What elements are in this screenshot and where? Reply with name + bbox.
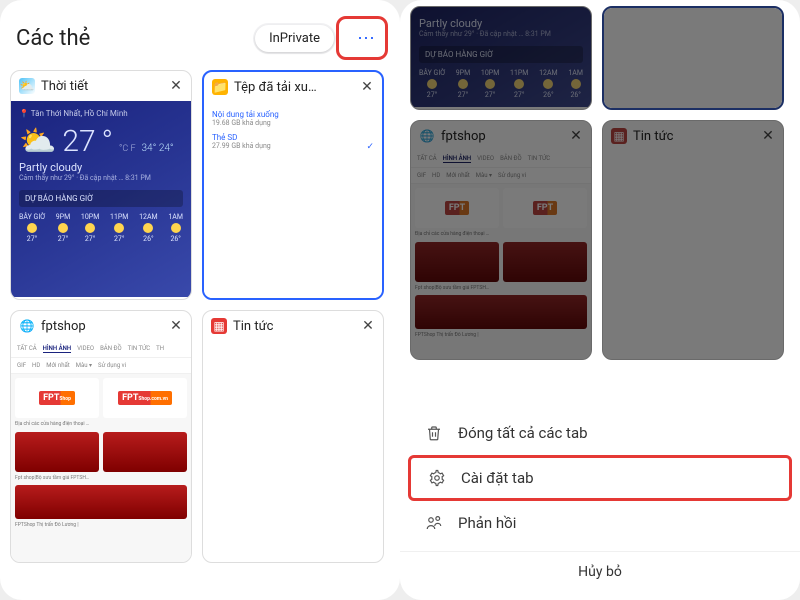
more-options-button[interactable]: ⋯: [349, 21, 383, 55]
news-icon: ▦: [211, 318, 227, 334]
mode-toggle[interactable]: InPrivate: [253, 23, 336, 54]
cancel-button[interactable]: Hủy bỏ: [400, 551, 800, 592]
sun-icon: [114, 223, 124, 233]
tab-switcher-with-menu: Partly cloudy Cảm thấy như 29° · Đã cập …: [400, 0, 800, 600]
tab-card-news[interactable]: ▦ Tin tức ✕: [202, 310, 384, 563]
downloads-preview: Nội dung tải xuống 19.68 GB khả dụng Thẻ…: [204, 102, 382, 298]
result-caption: Fpt shop|Bộ sưu tầm giá FPTSH…: [15, 476, 187, 482]
tab-card-weather[interactable]: ⛅ Thời tiết ✕ 📍 Tân Thới Nhất, Hồ Chí Mi…: [10, 70, 192, 300]
search-tabs: TẤT CẢ HÌNH ẢNH VIDEO BẢN ĐỒ TIN TỨC TH: [11, 341, 191, 358]
result-thumb: [103, 432, 187, 472]
tab-card-header: ⛅ Thời tiết ✕: [11, 71, 191, 101]
tab-title: Tin tức: [233, 319, 353, 334]
inprivate-pill[interactable]: InPrivate: [255, 25, 334, 52]
sun-icon: [143, 223, 153, 233]
result-thumb: FPTShop.com.vn: [103, 378, 187, 418]
fpt-logo: FPTShop.com.vn: [118, 391, 172, 405]
gear-icon: [427, 468, 447, 488]
sun-icon: [27, 223, 37, 233]
image-results: FPTShop FPTShop.com.vn Địa chỉ các cửa h…: [11, 374, 191, 562]
download-row-label: Thẻ SD: [212, 133, 374, 142]
result-thumb: FPTShop: [15, 378, 99, 418]
news-icon: ▦: [611, 128, 627, 144]
globe-icon: 🌐: [19, 318, 35, 334]
header: Các thẻ InPrivate ⋯: [0, 0, 400, 70]
weather-updated: Cảm thấy như 29° · Đã cập nhật … 8:31 PM: [19, 174, 183, 182]
tab-card-weather: Partly cloudy Cảm thấy như 29° · Đã cập …: [410, 6, 592, 110]
hourly-label: DỰ BÁO HÀNG GIỜ: [19, 190, 183, 207]
feedback-icon: [424, 513, 444, 533]
tab-card-header: ▦ Tin tức ✕: [203, 311, 383, 341]
sun-icon: [58, 223, 68, 233]
download-row-sub: 27.99 GB khả dụng✓: [212, 142, 374, 150]
weather-temp: ⛅ 27° °C F 34° 24°: [19, 124, 183, 159]
weather-location: 📍 Tân Thới Nhất, Hồ Chí Minh: [19, 109, 183, 118]
download-row-label: Nội dung tải xuống: [212, 110, 374, 119]
weather-preview: Partly cloudy Cảm thấy như 29° · Đã cập …: [411, 7, 591, 107]
tab-card-downloads[interactable]: 📁 Tệp đã tải xu… ✕ Nội dung tải xuống 19…: [202, 70, 384, 300]
tab-card-news: ▦ Tin tức ✕: [602, 120, 784, 360]
sheet-item-label: Cài đặt tab: [461, 469, 534, 487]
check-icon: ✓: [366, 142, 374, 152]
close-tab-button[interactable]: ✕: [359, 317, 377, 335]
close-tab-button: ✕: [567, 127, 585, 145]
weather-condition: Partly cloudy: [19, 161, 183, 174]
close-tab-button: ✕: [759, 127, 777, 145]
sheet-item-label: Phản hồi: [458, 514, 516, 532]
close-tab-button[interactable]: ✕: [167, 77, 185, 95]
result-thumb: [15, 485, 187, 519]
tab-card-header: 📁 Tệp đã tải xu… ✕: [204, 72, 382, 102]
sun-icon: [171, 223, 181, 233]
news-preview: [203, 341, 383, 529]
weather-preview: 📍 Tân Thới Nhất, Hồ Chí Minh ⛅ 27° °C F …: [11, 101, 191, 297]
result-caption: FPTShop Thị trấn Đô Lương |: [15, 523, 187, 529]
fpt-logo: FPTShop: [39, 391, 75, 405]
globe-icon: 🌐: [419, 128, 435, 144]
search-subfilters: GIF HD Mới nhất Màu ▾ Sử dụng vi: [11, 358, 191, 374]
tab-switcher-screen: Các thẻ InPrivate ⋯ ⛅ Thời tiết ✕ 📍 Tân …: [0, 0, 400, 600]
close-all-tabs-item[interactable]: Đóng tất cả các tab: [400, 411, 800, 455]
sheet-item-label: Đóng tất cả các tab: [458, 424, 588, 442]
tab-card-downloads: [602, 6, 784, 110]
weather-icon: ⛅: [19, 78, 35, 94]
folder-icon: 📁: [212, 79, 228, 95]
close-tab-button[interactable]: ✕: [358, 78, 376, 96]
feedback-item[interactable]: Phản hồi: [400, 501, 800, 545]
options-sheet: Đóng tất cả các tab Cài đặt tab Phản hồi…: [400, 399, 800, 600]
tab-card-fptshop[interactable]: 🌐 fptshop ✕ TẤT CẢ HÌNH ẢNH VIDEO BẢN ĐỒ…: [10, 310, 192, 563]
tab-title: fptshop: [41, 319, 161, 334]
close-tab-button[interactable]: ✕: [167, 317, 185, 335]
result-thumb: [15, 432, 99, 472]
tab-title: Thời tiết: [41, 79, 161, 94]
page-title: Các thẻ: [16, 26, 253, 51]
sun-icon: [85, 223, 95, 233]
tab-title: Tệp đã tải xu…: [234, 80, 352, 95]
result-caption: Địa chỉ các cửa hàng điện thoại …: [15, 422, 187, 428]
tab-card-fptshop: 🌐 fptshop ✕ TẤT CẢ HÌNH ẢNH VIDEO BẢN ĐỒ…: [410, 120, 592, 360]
download-row-sub: 19.68 GB khả dụng: [212, 119, 374, 127]
highlight-more-button: ⋯: [336, 16, 388, 60]
trash-icon: [424, 423, 444, 443]
tab-settings-item[interactable]: Cài đặt tab: [408, 455, 792, 501]
tab-card-header: 🌐 fptshop ✕: [11, 311, 191, 341]
hourly-forecast: BÂY GIỜ27° 9PM27° 10PM27° 11PM27° 12AM26…: [19, 213, 183, 243]
tab-grid: ⛅ Thời tiết ✕ 📍 Tân Thới Nhất, Hồ Chí Mi…: [0, 70, 400, 563]
